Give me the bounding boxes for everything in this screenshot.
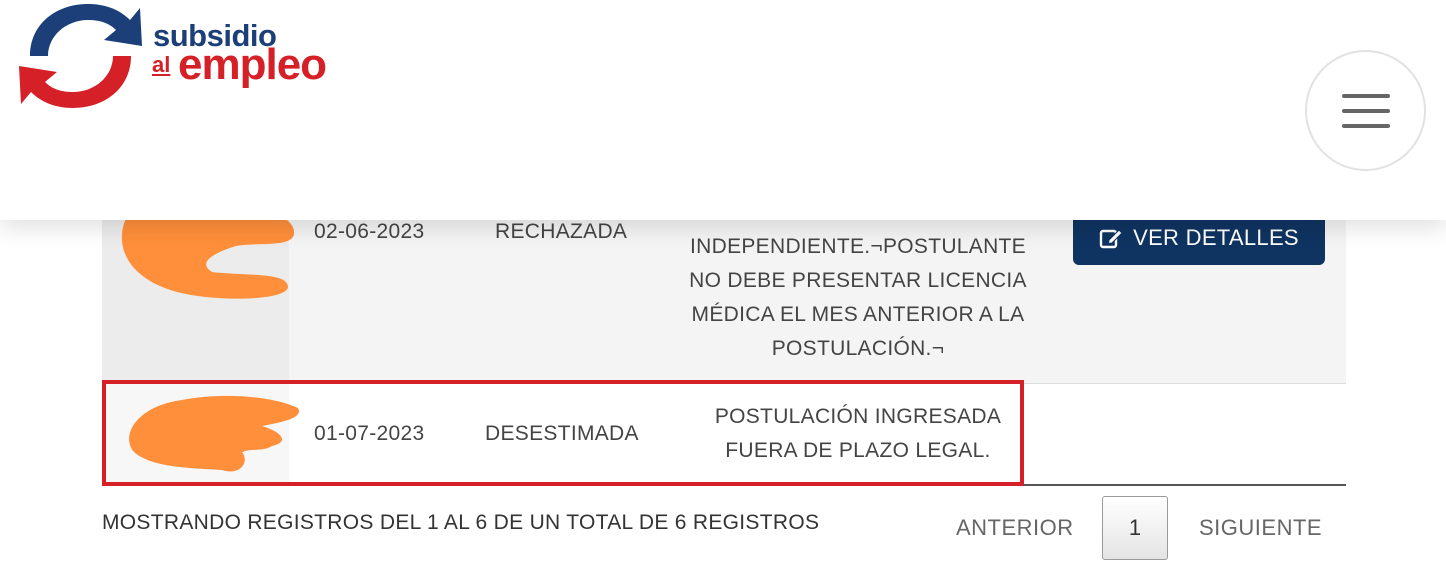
motivo-line: MÉDICA EL MES ANTERIOR A LA: [691, 303, 1025, 326]
motivo-line: POSTULACIÓN INGRESADA: [714, 405, 1002, 428]
row-motivo: POSTULACIÓN INGRESADA FUERA DE PLAZO LEG…: [672, 400, 1044, 468]
pagination-previous-button[interactable]: ANTERIOR: [956, 515, 1074, 541]
row-motivo: TRABAJADOR DEPENDIENTE O INDEPENDIENTE.¬…: [672, 196, 1044, 366]
row-status: RECHAZADA: [495, 220, 628, 243]
row-status: DESESTIMADA: [485, 422, 639, 445]
row-date: 01-07-2023: [314, 422, 425, 445]
logo-text-empleo: empleo: [178, 40, 327, 89]
row-date: 02-06-2023: [314, 220, 425, 243]
hamburger-icon: [1341, 92, 1390, 130]
records-info: MOSTRANDO REGISTROS DEL 1 AL 6 DE UN TOT…: [102, 511, 820, 534]
pagination-next-button[interactable]: SIGUIENTE: [1199, 515, 1322, 541]
redacted-thumbnail: [102, 384, 300, 484]
logo-text-al: al: [152, 52, 171, 77]
site-header: subsidio al empleo: [0, 0, 1446, 220]
hamburger-menu-button[interactable]: [1305, 50, 1426, 171]
logo-arrows-icon: [19, 4, 142, 108]
motivo-line: POSTULACIÓN.¬: [771, 337, 945, 360]
motivo-line: INDEPENDIENTE.¬POSTULANTE: [690, 235, 1026, 258]
table-row: 01-07-2023 DESESTIMADA POSTULACIÓN INGRE…: [102, 384, 1346, 486]
edit-icon: [1099, 228, 1123, 248]
motivo-line: NO DEBE PRESENTAR LICENCIA: [689, 269, 1027, 292]
motivo-line: FUERA DE PLAZO LEGAL.: [725, 439, 991, 462]
ver-detalles-label: VER DETALLES: [1133, 224, 1299, 250]
pagination-page-1[interactable]: 1: [1102, 496, 1168, 560]
page: 02-06-2023 RECHAZADA TRABAJADOR DEPENDIE…: [0, 0, 1446, 566]
subsidio-al-empleo-logo[interactable]: subsidio al empleo: [18, 0, 348, 112]
